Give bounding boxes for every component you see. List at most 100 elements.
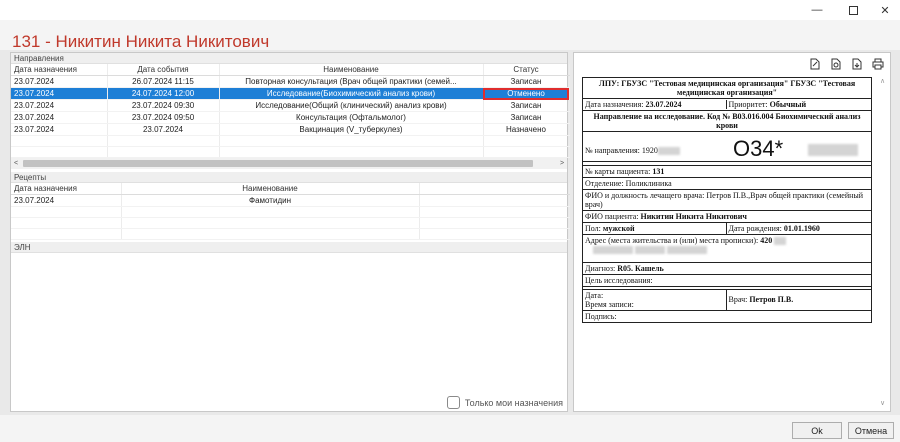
status-cell-highlighted: Отменено [483,87,570,100]
doc-sex-value: мужской [602,224,635,233]
preview-toolbar [808,57,884,70]
table-cell: Фамотидин [121,194,420,207]
scroll-right-icon[interactable]: > [557,158,567,169]
cancel-button[interactable]: Отмена [848,422,894,439]
table-cell: Записан [483,75,570,88]
table-row-selected[interactable]: 23.07.2024 24.07.2024 12:00 Исследование… [11,87,570,100]
doc-barcode-code: O34* [733,136,784,161]
redacted-value [808,144,858,156]
recipes-section-header: Рецепты [11,172,567,183]
redacted-value [774,237,787,246]
only-mine-checkbox[interactable] [446,396,460,409]
appointments-panel: Направления Дата назначения Дата события… [10,52,570,412]
table-row[interactable]: 23.07.2024 Фамотидин [11,194,570,207]
doc-diagnosis-value: R05. Кашель [617,264,664,273]
column-header[interactable]: Статус [483,64,570,76]
table-header-row: Дата назначения Наименование [11,183,570,195]
redacted-value [657,147,680,156]
doc-doctor-value: Петров П.В. [749,295,794,304]
redacted-value [593,246,633,255]
table-cell: Консультация (Офтальмолог) [219,111,484,124]
column-header[interactable]: Дата назначения [11,64,108,76]
document-preview-panel: ЛПУ: ГБУЗС "Тестовая медицинская организ… [573,52,891,412]
doc-card-value: 131 [652,167,665,176]
horizontal-scrollbar[interactable]: < > [11,158,567,169]
doc-date-value: 23.07.2024 [645,100,682,109]
sign-document-icon[interactable] [808,57,821,70]
table-cell: 24.07.2024 12:00 [107,87,220,100]
doc-patient-value: Никитин Никита Никитович [640,212,747,221]
table-row[interactable]: 23.07.2024 23.07.2024 Вакцинация (V_тубе… [11,123,570,136]
scroll-down-icon[interactable]: ∨ [878,399,887,407]
doc-address-value: 420 [760,236,773,245]
table-row-empty [11,135,570,147]
only-mine-toggle[interactable]: Только мои назначения [446,396,563,409]
close-icon: ✕ [880,4,890,17]
table-row[interactable]: 23.07.2024 26.07.2024 11:15 Повторная ко… [11,75,570,88]
table-row-empty [11,228,570,240]
doc-birth-value: 01.01.1960 [783,224,820,233]
doc-date-label: Дата назначения: [585,100,646,109]
referrals-section-header: Направления [11,53,567,64]
doc-diagnosis: Диагноз: R05. Кашель [583,263,871,275]
column-header[interactable]: Наименование [121,183,420,195]
print-icon[interactable] [871,57,884,70]
maximize-icon [848,5,858,15]
eln-section-header: ЭЛН [11,242,567,253]
doc-patient-label: ФИО пациента: [585,212,641,221]
column-header[interactable]: Дата события [107,64,220,76]
minimize-button[interactable]: — [800,0,834,20]
table-cell: 23.07.2024 [11,75,108,88]
table-cell: 23.07.2024 09:50 [107,111,220,124]
doc-date-doctor: Дата: Время записи: Врач: Петров П.В. [583,290,871,311]
scrollbar-thumb[interactable] [23,160,533,167]
close-button[interactable]: ✕ [868,0,900,20]
table-cell: 23.07.2024 [11,99,108,112]
table-cell: Назначено [483,123,570,136]
maximize-button[interactable] [836,0,870,20]
recipes-table: Дата назначения Наименование 23.07.2024 … [11,183,570,240]
doc-date-field: Дата: [585,291,604,300]
save-document-icon[interactable] [850,57,863,70]
doc-address-label: Адрес (места жительства и (или) места пр… [585,236,761,245]
table-row-empty [11,217,570,229]
table-cell: 23.07.2024 [11,87,108,100]
table-row[interactable]: 23.07.2024 23.07.2024 09:30 Исследование… [11,99,570,112]
page-title: 131 - Никитин Никита Никитович [12,32,270,51]
table-cell: Повторная консультация (Врач общей практ… [219,75,484,88]
only-mine-label: Только мои назначения [464,397,563,408]
vertical-scrollbar[interactable]: ∧ ∨ [878,77,887,407]
doc-card-number: № карты пациента: 131 [583,166,871,178]
doc-title: Направление на исследование. Код № B03.0… [583,111,871,132]
ok-button[interactable]: Ok [792,422,842,439]
minimize-icon: — [811,4,823,16]
doc-purpose: Цель исследования: [583,275,871,287]
table-cell: 23.07.2024 [11,194,122,207]
doc-priority-label: Приоритет: [728,100,770,109]
export-document-icon[interactable] [829,57,842,70]
column-header[interactable]: Дата назначения [11,183,122,195]
table-cell: Исследование(Биохимический анализ крови) [219,87,484,100]
table-header-row: Дата назначения Дата события Наименовани… [11,64,570,76]
doc-diagnosis-label: Диагноз: [585,264,618,273]
table-row[interactable]: 23.07.2024 23.07.2024 09:50 Консультация… [11,111,570,124]
doc-department: Отделение: Поликлиника [583,178,871,190]
table-row-empty [11,146,570,158]
table-cell: 26.07.2024 11:15 [107,75,220,88]
redacted-value [635,246,665,255]
document-viewer: ЛПУ: ГБУЗС "Тестовая медицинская организ… [582,77,884,409]
scroll-left-icon[interactable]: < [11,158,21,169]
doc-doctor-label: Врач: [728,295,750,304]
doc-patient-name: ФИО пациента: Никитин Никита Никитович [583,211,871,223]
doc-sex-label: Пол: [585,224,603,233]
table-cell: Записан [483,99,570,112]
column-header[interactable]: Наименование [219,64,484,76]
doc-referral-num-label: № направления: 1920 [585,146,658,155]
dialog-footer: Ok Отмена [0,415,900,442]
table-cell: 23.07.2024 09:30 [107,99,220,112]
table-cell: 23.07.2024 [107,123,220,136]
doc-organization: ЛПУ: ГБУЗС "Тестовая медицинская организ… [583,78,871,99]
doc-address: Адрес (места жительства и (или) места пр… [583,235,871,263]
header: 131 - Никитин Никита Никитович [0,20,900,51]
scroll-up-icon[interactable]: ∧ [878,77,887,85]
